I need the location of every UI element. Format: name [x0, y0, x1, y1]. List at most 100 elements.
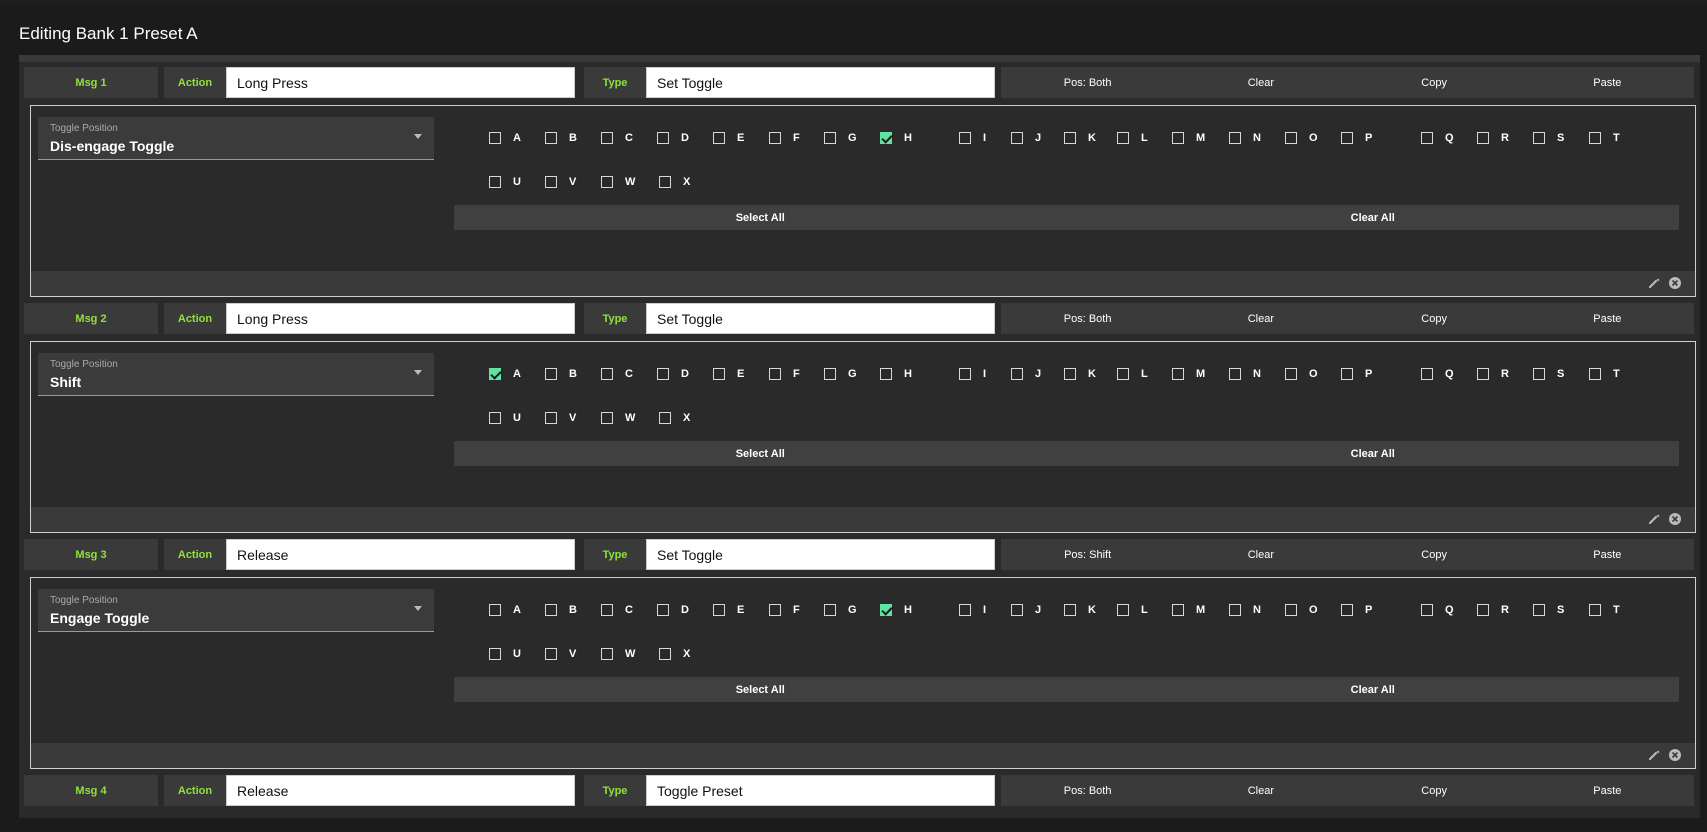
checkbox-v[interactable]: V: [545, 648, 576, 660]
checkbox-box[interactable]: [1064, 604, 1076, 616]
checkbox-r[interactable]: R: [1477, 132, 1509, 144]
checkbox-x[interactable]: X: [659, 648, 690, 660]
checkbox-g[interactable]: G: [824, 604, 857, 616]
checkbox-l[interactable]: L: [1117, 368, 1148, 380]
checkbox-box[interactable]: [769, 132, 781, 144]
checkbox-w[interactable]: W: [601, 648, 635, 660]
messages-panel[interactable]: Msg 1 Action Long Press Type Set Toggle …: [19, 55, 1700, 818]
checkbox-p[interactable]: P: [1341, 368, 1372, 380]
paste-button[interactable]: Paste: [1521, 539, 1694, 570]
position-button[interactable]: Pos: Shift: [1001, 539, 1174, 570]
position-button[interactable]: Pos: Both: [1001, 303, 1174, 334]
checkbox-g[interactable]: G: [824, 368, 857, 380]
checkbox-box[interactable]: [1117, 604, 1129, 616]
action-field[interactable]: Long Press: [226, 303, 575, 334]
checkbox-box[interactable]: [659, 648, 671, 660]
checkbox-d[interactable]: D: [657, 132, 689, 144]
checkbox-s[interactable]: S: [1533, 604, 1564, 616]
checkbox-i[interactable]: I: [959, 368, 986, 380]
checkbox-v[interactable]: V: [545, 176, 576, 188]
checkbox-box[interactable]: [657, 368, 669, 380]
checkbox-box[interactable]: [1533, 132, 1545, 144]
checkbox-f[interactable]: F: [769, 604, 800, 616]
checkbox-l[interactable]: L: [1117, 132, 1148, 144]
clear-all-button[interactable]: Clear All: [1067, 441, 1680, 466]
checkbox-v[interactable]: V: [545, 412, 576, 424]
checkbox-box[interactable]: [1011, 132, 1023, 144]
checkbox-box[interactable]: [1477, 604, 1489, 616]
paste-button[interactable]: Paste: [1521, 67, 1694, 98]
action-field[interactable]: Long Press: [226, 67, 575, 98]
checkbox-box[interactable]: [1172, 132, 1184, 144]
checkbox-box[interactable]: [1421, 368, 1433, 380]
checkbox-box[interactable]: [659, 412, 671, 424]
checkbox-box[interactable]: [1477, 132, 1489, 144]
checkbox-x[interactable]: X: [659, 176, 690, 188]
checkbox-f[interactable]: F: [769, 368, 800, 380]
checkbox-box[interactable]: [713, 132, 725, 144]
checkbox-box[interactable]: [489, 412, 501, 424]
paste-button[interactable]: Paste: [1521, 303, 1694, 334]
checkbox-u[interactable]: U: [489, 648, 521, 660]
checkbox-x[interactable]: X: [659, 412, 690, 424]
checkbox-b[interactable]: B: [545, 368, 577, 380]
checkbox-p[interactable]: P: [1341, 132, 1372, 144]
checkbox-f[interactable]: F: [769, 132, 800, 144]
checkbox-box[interactable]: [545, 648, 557, 660]
select-all-button[interactable]: Select All: [454, 441, 1067, 466]
copy-button[interactable]: Copy: [1348, 775, 1521, 806]
checkbox-box[interactable]: [657, 132, 669, 144]
checkbox-t[interactable]: T: [1589, 604, 1620, 616]
checkbox-box[interactable]: [1229, 368, 1241, 380]
checkbox-n[interactable]: N: [1229, 368, 1261, 380]
checkbox-n[interactable]: N: [1229, 132, 1261, 144]
checkbox-i[interactable]: I: [959, 604, 986, 616]
select-all-button[interactable]: Select All: [454, 205, 1067, 230]
checkbox-k[interactable]: K: [1064, 604, 1096, 616]
clear-all-button[interactable]: Clear All: [1067, 677, 1680, 702]
checkbox-b[interactable]: B: [545, 132, 577, 144]
checkbox-box[interactable]: [1011, 368, 1023, 380]
checkbox-box[interactable]: [601, 604, 613, 616]
checkbox-m[interactable]: M: [1172, 368, 1205, 380]
checkbox-box[interactable]: [959, 368, 971, 380]
checkbox-w[interactable]: W: [601, 412, 635, 424]
checkbox-j[interactable]: J: [1011, 368, 1041, 380]
type-field[interactable]: Set Toggle: [646, 303, 995, 334]
checkbox-box[interactable]: [769, 604, 781, 616]
clear-button[interactable]: Clear: [1174, 775, 1347, 806]
checkbox-s[interactable]: S: [1533, 132, 1564, 144]
action-field[interactable]: Release: [226, 775, 575, 806]
checkbox-box[interactable]: [489, 368, 501, 380]
checkbox-u[interactable]: U: [489, 412, 521, 424]
checkbox-box[interactable]: [880, 604, 892, 616]
select-all-button[interactable]: Select All: [454, 677, 1067, 702]
checkbox-q[interactable]: Q: [1421, 604, 1454, 616]
checkbox-box[interactable]: [1064, 368, 1076, 380]
checkbox-t[interactable]: T: [1589, 132, 1620, 144]
checkbox-h[interactable]: H: [880, 132, 912, 144]
checkbox-box[interactable]: [1011, 604, 1023, 616]
checkbox-box[interactable]: [1172, 368, 1184, 380]
checkbox-u[interactable]: U: [489, 176, 521, 188]
checkbox-box[interactable]: [545, 604, 557, 616]
toggle-position-select[interactable]: Toggle Position Dis-engage Toggle: [38, 117, 434, 160]
checkbox-box[interactable]: [1341, 604, 1353, 616]
position-button[interactable]: Pos: Both: [1001, 67, 1174, 98]
checkbox-r[interactable]: R: [1477, 368, 1509, 380]
checkbox-box[interactable]: [601, 132, 613, 144]
checkbox-box[interactable]: [489, 132, 501, 144]
checkbox-box[interactable]: [545, 368, 557, 380]
checkbox-box[interactable]: [601, 176, 613, 188]
checkbox-a[interactable]: A: [489, 604, 521, 616]
checkbox-box[interactable]: [1589, 604, 1601, 616]
toggle-position-select[interactable]: Toggle Position Engage Toggle: [38, 589, 434, 632]
checkbox-m[interactable]: M: [1172, 604, 1205, 616]
checkbox-box[interactable]: [959, 604, 971, 616]
checkbox-box[interactable]: [713, 368, 725, 380]
pencil-icon[interactable]: [1647, 748, 1661, 762]
checkbox-box[interactable]: [1421, 132, 1433, 144]
checkbox-q[interactable]: Q: [1421, 368, 1454, 380]
checkbox-h[interactable]: H: [880, 368, 912, 380]
pencil-icon[interactable]: [1647, 276, 1661, 290]
